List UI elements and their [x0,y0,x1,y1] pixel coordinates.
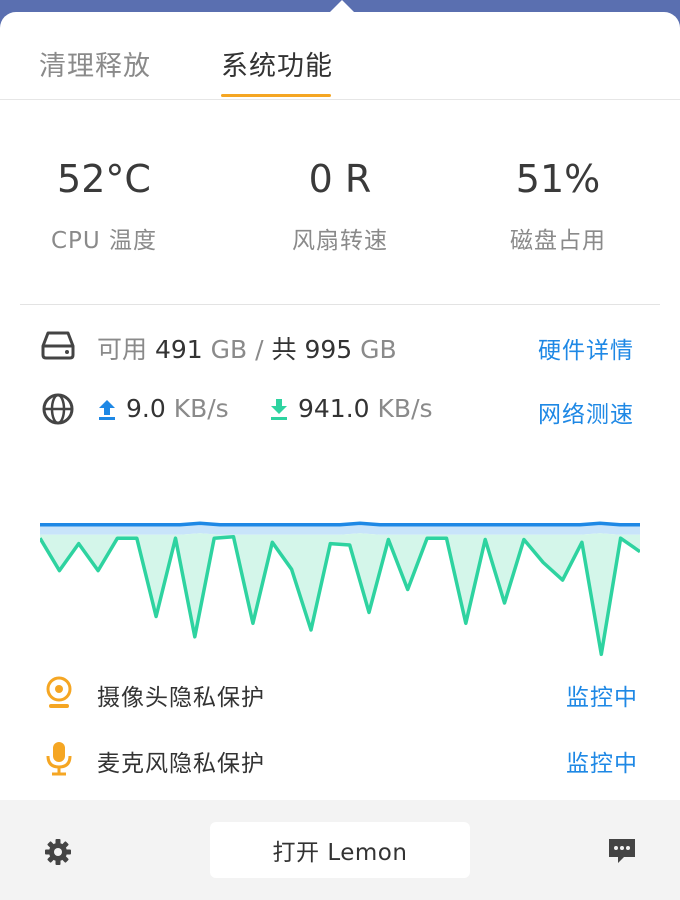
cpu-temperature-value: 52°C [57,157,151,201]
fan-speed-label: 风扇转速 [292,228,388,254]
download-speed-text: 941.0 KB/s [298,394,433,423]
open-lemon-button[interactable]: 打开 Lemon [210,822,470,878]
chat-bubble-icon[interactable] [607,836,637,866]
fan-speed-value: 0 R [308,157,372,201]
download-value: 941.0 [298,394,370,423]
download-arrow-icon [271,399,287,420]
network-traffic-chart [40,521,640,657]
network-row: 9.0 KB/s 941.0 KB/s 网络测速 [40,388,640,428]
total-value: 995 [304,335,353,364]
tab-system-functions[interactable]: 系统功能 [221,44,333,83]
popover-panel: 清理释放 系统功能 52°C CPU 温度 0 R 风扇转速 51% 磁盘占用 … [0,12,680,900]
webcam-icon [46,676,72,708]
upload-arrow-icon [99,400,115,420]
gear-icon[interactable] [44,838,72,866]
upload-unit: KB/s [173,394,229,423]
active-tab-indicator [221,94,331,97]
footer-bar: 打开 Lemon [0,800,680,900]
microphone-privacy-label: 麦克风隐私保护 [97,751,265,777]
available-prefix: 可用 [97,335,148,364]
globe-icon [42,393,74,425]
hardware-details-link[interactable]: 硬件详情 [538,331,634,365]
hard-drive-icon [41,331,75,360]
disk-usage-value: 51% [515,157,601,201]
available-unit: GB / [210,335,264,364]
upload-speed-text: 9.0 KB/s [126,394,229,423]
section-divider [20,304,660,305]
network-speed-test-link[interactable]: 网络测速 [538,395,634,429]
storage-row: 可用 491 GB / 共 995 GB 硬件详情 [40,324,640,364]
upload-series-line [40,521,640,527]
download-series-area [40,533,640,655]
available-value: 491 [154,335,203,364]
popover-caret [330,0,354,12]
upload-value: 9.0 [126,394,166,423]
cpu-temperature-label: CPU 温度 [50,228,158,254]
download-unit: KB/s [377,394,433,423]
tab-bar: 清理释放 系统功能 [0,12,680,100]
camera-privacy-label: 摄像头隐私保护 [97,685,265,711]
fan-speed-stat: 0 R 风扇转速 [240,157,440,255]
disk-usage-stat: 51% 磁盘占用 [458,157,658,255]
total-prefix: 共 [271,335,297,364]
microphone-privacy-status[interactable]: 监控中 [566,744,638,778]
microphone-privacy-row: 麦克风隐私保护 监控中 [40,738,640,778]
storage-text: 可用 491 GB / 共 995 GB [97,330,397,366]
total-unit: GB [360,335,397,364]
camera-privacy-status[interactable]: 监控中 [566,678,638,712]
cpu-temperature-stat: 52°C CPU 温度 [4,157,204,255]
microphone-icon [46,742,72,776]
disk-usage-label: 磁盘占用 [510,228,606,254]
tab-cleanup[interactable]: 清理释放 [39,44,151,83]
camera-privacy-row: 摄像头隐私保护 监控中 [40,672,640,712]
